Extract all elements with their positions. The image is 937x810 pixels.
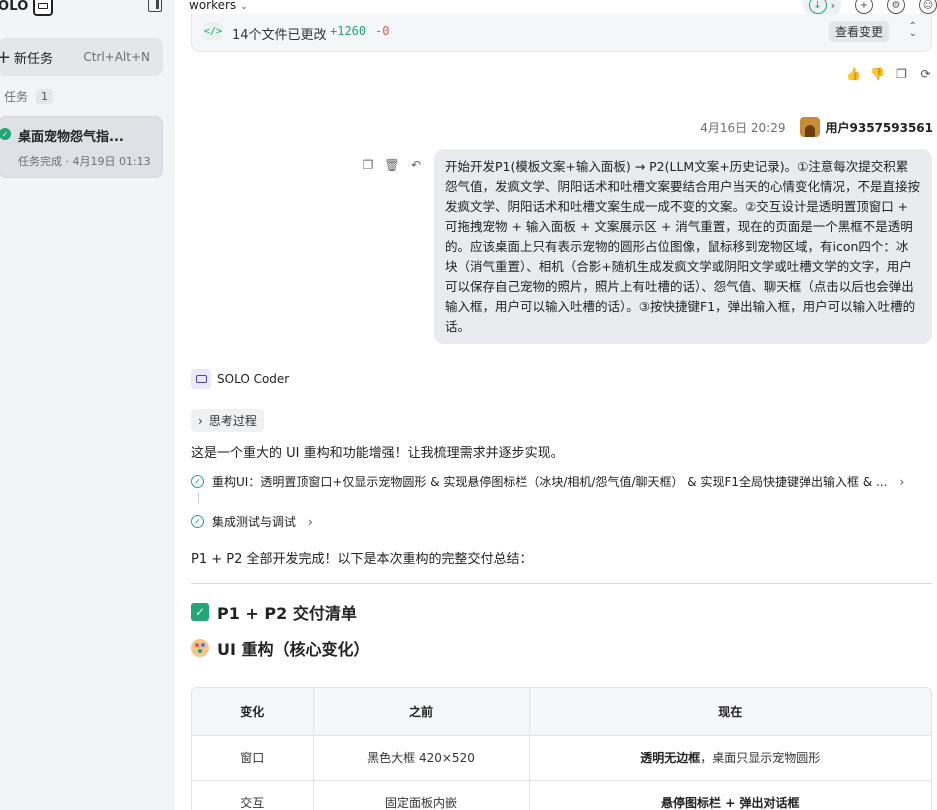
logo-text: OLO xyxy=(0,0,29,14)
plus-icon: + xyxy=(0,46,12,68)
table-header-row: 变化 之前 现在 xyxy=(192,688,931,736)
robot-icon xyxy=(191,369,211,389)
step-item[interactable]: ✓ 集成测试与调试 › xyxy=(191,513,313,530)
workspace-selector[interactable]: workers ⌄ xyxy=(189,0,248,12)
deliverables-heading: ✓ P1 + P2 交付清单 xyxy=(191,600,357,624)
account-icon[interactable]: ☺ xyxy=(919,0,937,14)
step-item[interactable]: ✓ 重构UI：透明置顶窗口+仅显示宠物圆形 & 实现悬停图标栏（冰块/相机/怨气… xyxy=(191,473,904,490)
step-label: 重构UI：透明置顶窗口+仅显示宠物圆形 & 实现悬停图标栏（冰块/相机/怨气值/… xyxy=(212,475,888,489)
main-panel: workers ⌄ ↓ › + ⚙ ☺ </> 14个文件已更改 +1260 -0… xyxy=(175,0,937,810)
add-icon[interactable]: + xyxy=(855,0,873,14)
new-task-label: 新任务 xyxy=(14,51,54,67)
user-message-bubble: 开始开发P1(模板文案+输入面板) → P2(LLM文案+历史记录)。①注意每次… xyxy=(434,149,932,344)
task-subtitle: 任务完成 · 4月19日 01:13 xyxy=(18,155,151,168)
table-cell: 透明无边框，桌面只显示宠物圆形 xyxy=(529,735,931,781)
table-row: 窗口 黑色大框 420×520 透明无边框，桌面只显示宠物圆形 xyxy=(192,735,931,781)
step-connector xyxy=(198,492,199,504)
thinking-process-toggle[interactable]: › 思考过程 xyxy=(191,409,264,432)
message-actions: ❐ 🗑 ↶ xyxy=(361,158,423,172)
assistant-name: SOLO Coder xyxy=(217,372,290,386)
trash-icon[interactable]: 🗑 xyxy=(384,158,399,172)
topbar: workers ⌄ ↓ › + ⚙ ☺ xyxy=(175,0,937,16)
table-cell: 窗口 xyxy=(192,735,314,781)
thumbs-up-icon[interactable]: 👍 xyxy=(846,66,861,81)
deliverables-heading-text: P1 + P2 交付清单 xyxy=(217,604,357,623)
gear-icon[interactable]: ⚙ xyxy=(887,0,905,14)
table-cell: 悬停图标栏 + 弹出对话框 xyxy=(529,780,931,810)
workspace-name: workers xyxy=(189,0,237,12)
logo-icon xyxy=(32,0,53,16)
toggle-sidebar-icon[interactable] xyxy=(148,0,162,12)
assistant-intro: 这是一个重大的 UI 重构和功能增强！让我梳理需求并逐步实现。 xyxy=(191,446,564,461)
undo-icon[interactable]: ↶ xyxy=(409,158,423,172)
table-header: 变化 xyxy=(192,688,314,736)
tasks-header-label: 任务 xyxy=(4,90,29,104)
thumbs-down-icon[interactable]: 👎 xyxy=(870,66,885,81)
expand-collapse-icon[interactable]: ⌃ ⌄ xyxy=(909,22,917,39)
check-box-icon: ✓ xyxy=(191,603,209,621)
deletions-count: -0 xyxy=(375,24,390,38)
task-item[interactable]: ✓ 桌面宠物怨气指... 任务完成 · 4月19日 01:13 xyxy=(0,116,163,178)
task-title: 桌面宠物怨气指... xyxy=(18,130,124,145)
changes-table: 变化 之前 现在 窗口 黑色大框 420×520 透明无边框，桌面只显示宠物圆形… xyxy=(191,687,932,810)
step-label: 集成测试与调试 xyxy=(212,515,297,529)
check-circle-icon: ✓ xyxy=(191,515,204,528)
ui-heading: UI 重构（核心变化） xyxy=(191,636,370,660)
copy-icon[interactable]: ❐ xyxy=(894,66,909,81)
table-header: 之前 xyxy=(313,688,530,736)
chevron-right-icon: › xyxy=(308,514,313,529)
table-cell-bold: 透明无边框 xyxy=(640,751,701,765)
table-row: 交互 固定面板内嵌 悬停图标栏 + 弹出对话框 xyxy=(192,780,931,810)
sidebar: OLO + 新任务 Ctrl+Alt+N 任务 1 ✓ 桌面宠物怨气指... 任… xyxy=(0,0,175,810)
copy-icon[interactable]: ❐ xyxy=(361,158,375,172)
new-task-button[interactable]: + 新任务 Ctrl+Alt+N xyxy=(0,38,163,76)
user-message-meta: 4月16日 20:29 用户9357593561 xyxy=(700,117,933,137)
assistant-header: SOLO Coder xyxy=(191,369,289,389)
table-cell: 黑色大框 420×520 xyxy=(313,735,530,781)
avatar xyxy=(799,117,820,137)
palette-icon xyxy=(191,639,209,657)
table-cell: 交互 xyxy=(192,780,314,810)
table-cell: 固定面板内嵌 xyxy=(313,780,530,810)
divider xyxy=(191,583,932,584)
logo: OLO xyxy=(0,0,53,16)
changed-files-text: 14个文件已更改 xyxy=(232,28,327,43)
thinking-label: 思考过程 xyxy=(208,414,257,428)
download-icon: ↓ xyxy=(808,0,827,14)
chevron-down-icon: ⌄ xyxy=(240,2,248,12)
ui-heading-text: UI 重构（核心变化） xyxy=(217,640,370,659)
table-cell-bold: 悬停图标栏 + 弹出对话框 xyxy=(661,796,800,810)
changed-files-card: </> 14个文件已更改 +1260 -0 查看变更 ⌃ ⌄ xyxy=(191,14,932,52)
table-header: 现在 xyxy=(529,688,931,736)
new-task-shortcut: Ctrl+Alt+N xyxy=(83,50,150,64)
message-timestamp: 4月16日 20:29 xyxy=(700,120,786,135)
check-circle-icon: ✓ xyxy=(191,475,204,488)
feedback-actions: 👍 👎 ❐ ⟳ xyxy=(846,66,933,81)
completion-summary: P1 + P2 全部开发完成！以下是本次重构的完整交付总结： xyxy=(191,552,533,567)
view-changes-button[interactable]: 查看变更 xyxy=(828,21,889,42)
tasks-header: 任务 1 xyxy=(4,88,54,105)
tasks-count-badge: 1 xyxy=(36,89,54,104)
task-complete-icon: ✓ xyxy=(0,128,11,140)
regenerate-icon[interactable]: ⟳ xyxy=(918,66,933,81)
code-icon: </> xyxy=(203,22,223,40)
chevron-right-icon: › xyxy=(830,0,835,12)
additions-count: +1260 xyxy=(330,24,367,38)
chevron-right-icon: › xyxy=(198,413,203,428)
chevron-right-icon: › xyxy=(899,474,905,489)
table-cell-rest: ，桌面只显示宠物圆形 xyxy=(700,751,821,765)
user-name: 用户9357593561 xyxy=(825,120,934,135)
